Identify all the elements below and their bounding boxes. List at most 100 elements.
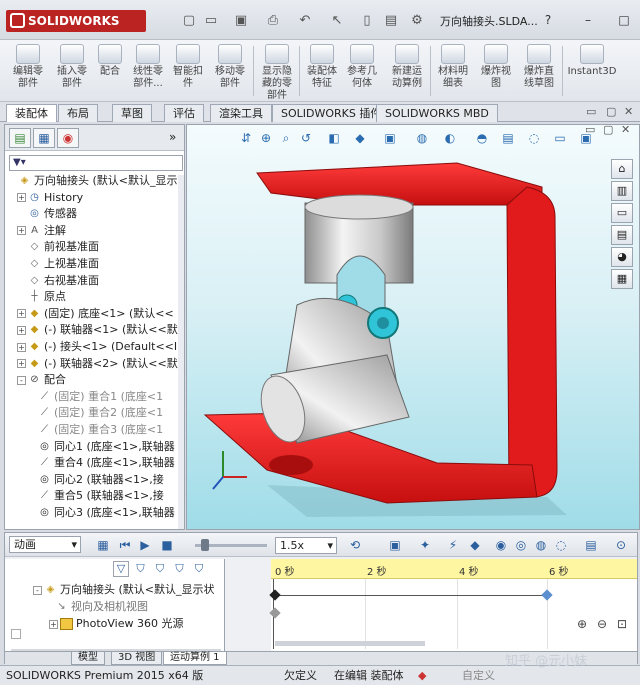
- tab-model[interactable]: 模型: [71, 652, 105, 665]
- view-palette-icon[interactable]: ▤: [611, 225, 633, 245]
- rebuild-icon[interactable]: ▯: [356, 12, 378, 30]
- slider-thumb[interactable]: [201, 539, 209, 551]
- start-key[interactable]: [269, 589, 281, 601]
- tab-3d-views[interactable]: 3D 视图: [111, 652, 163, 665]
- show-hidden-components-button[interactable]: 显示隐 藏的零 部件: [256, 42, 298, 101]
- filter-results-icon[interactable]: ⛉: [172, 562, 188, 576]
- new-document-icon[interactable]: ▢: [178, 12, 200, 30]
- configuration-manager-tab-icon[interactable]: ◉: [57, 128, 79, 148]
- collapse-icon[interactable]: -: [33, 585, 42, 595]
- zoom-in-icon[interactable]: ⊕: [577, 617, 587, 631]
- tree-item[interactable]: ◎ 同心1 (底座<1>,联轴器: [7, 439, 179, 456]
- design-library-icon[interactable]: ▥: [611, 181, 633, 201]
- linear-pattern-button[interactable]: 线性零 部件...: [126, 42, 170, 100]
- instant3d-button[interactable]: Instant3D: [566, 42, 618, 100]
- play-from-start-icon[interactable]: ⏮: [117, 537, 133, 553]
- tree-item[interactable]: - ⊘ 配合: [7, 372, 179, 389]
- expand-panel-icon[interactable]: »: [169, 130, 176, 144]
- expand-icon[interactable]: +: [17, 309, 26, 319]
- expand-icon[interactable]: +: [17, 193, 26, 203]
- tab-solidworks-addins[interactable]: SOLIDWORKS 插件: [272, 104, 391, 122]
- options-icon[interactable]: ⚙: [406, 12, 428, 30]
- help-button[interactable]: ?: [540, 12, 556, 28]
- tree-item[interactable]: ◎ 传感器: [7, 206, 179, 223]
- appearances-icon[interactable]: ◕: [611, 247, 633, 267]
- tree-item[interactable]: ┼ 原点: [7, 289, 179, 306]
- tree-item[interactable]: ⟋ 重合5 (联轴器<1>,接: [7, 488, 179, 505]
- timeline[interactable]: 0 秒 2 秒 4 秒 6 秒 ⊕ ⊖ ⊡: [269, 559, 637, 651]
- minimize-button[interactable]: –: [580, 12, 596, 28]
- smart-fasteners-button[interactable]: 智能扣 件: [170, 42, 206, 100]
- timeline-ruler[interactable]: 0 秒 2 秒 4 秒 6 秒: [271, 559, 637, 579]
- filter-driving-icon[interactable]: ⛉: [133, 562, 149, 576]
- file-properties-icon[interactable]: ▤: [380, 12, 402, 30]
- zoom-out-icon[interactable]: ⊖: [597, 617, 607, 631]
- move-component-button[interactable]: 移动零 部件: [208, 42, 252, 100]
- restore-button[interactable]: □: [616, 12, 632, 28]
- open-icon[interactable]: ▭: [200, 12, 222, 30]
- property-manager-tab-icon[interactable]: ▦: [33, 128, 55, 148]
- universal-joint-model[interactable]: [187, 125, 639, 529]
- tree-item[interactable]: ◈ 万向轴接头 (默认<默认_显示: [7, 173, 179, 190]
- tab-assembly[interactable]: 装配体: [6, 104, 57, 122]
- add-key-icon[interactable]: ◆: [467, 537, 483, 553]
- expand-icon[interactable]: +: [17, 226, 26, 236]
- expand-icon[interactable]: +: [17, 359, 26, 369]
- calculate-icon[interactable]: ▦: [95, 537, 111, 553]
- collapse-icon[interactable]: -: [17, 375, 26, 385]
- print-icon[interactable]: ⎙: [262, 12, 284, 30]
- gravity-icon[interactable]: ◌: [553, 537, 569, 553]
- file-explorer-icon[interactable]: ▭: [611, 203, 633, 223]
- tree-item[interactable]: ⟋ (固定) 重合1 (底座<1: [7, 389, 179, 406]
- camera-key[interactable]: [269, 607, 281, 619]
- tree-item[interactable]: ◇ 前视基准面: [7, 239, 179, 256]
- filter-selected-icon[interactable]: ⛉: [152, 562, 168, 576]
- motor-icon[interactable]: ◉: [493, 537, 509, 553]
- reference-geometry-button[interactable]: 参考几 何体: [342, 42, 382, 100]
- insert-component-button[interactable]: 插入零 部件: [52, 42, 92, 100]
- tree-item[interactable]: + ◷ History: [7, 190, 179, 207]
- rebuild-status-icon[interactable]: ◆: [418, 666, 426, 685]
- tab-sketch[interactable]: 草图: [112, 104, 152, 122]
- expand-icon[interactable]: +: [49, 619, 58, 629]
- tree-item[interactable]: + A 注解: [7, 223, 179, 240]
- timeline-scrollbar[interactable]: [275, 641, 425, 646]
- results-icon[interactable]: ▤: [583, 537, 599, 553]
- tree-item[interactable]: + ◆ (-) 联轴器<1> (默认<<默: [7, 322, 179, 339]
- save-icon[interactable]: ▣: [230, 12, 252, 30]
- filter-other-icon[interactable]: ⛉: [191, 562, 207, 576]
- tree-item[interactable]: ◎ 同心3 (底座<1>,联轴器: [7, 505, 179, 522]
- motion-checkbox[interactable]: [11, 629, 21, 639]
- motion-tree-item[interactable]: + PhotoView 360 光源: [49, 615, 183, 632]
- tree-item[interactable]: ◎ 同心2 (联轴器<1>,接: [7, 472, 179, 489]
- panel-close-icon[interactable]: ✕: [624, 105, 633, 118]
- zoom-fit-icon[interactable]: ⊡: [617, 617, 627, 631]
- collapse-motion-icon[interactable]: ⊙: [613, 537, 629, 553]
- save-animation-icon[interactable]: ▣: [387, 537, 403, 553]
- expand-icon[interactable]: +: [17, 342, 26, 352]
- autokey-icon[interactable]: ⚡: [445, 537, 461, 553]
- custom-properties-icon[interactable]: ▦: [611, 269, 633, 289]
- spring-icon[interactable]: ◎: [513, 537, 529, 553]
- contact-icon[interactable]: ◍: [533, 537, 549, 553]
- tree-item[interactable]: ⟋ 重合4 (底座<1>,联轴器: [7, 455, 179, 472]
- new-motion-study-button[interactable]: 新建运 动算例: [386, 42, 428, 100]
- tree-item[interactable]: ◇ 上视基准面: [7, 256, 179, 273]
- bill-of-materials-button[interactable]: 材料明 细表: [432, 42, 474, 100]
- panel-restore-icon[interactable]: ▭: [586, 105, 596, 118]
- study-type-select[interactable]: 动画 ▾: [9, 536, 81, 553]
- tree-item[interactable]: + ◆ (固定) 底座<1> (默认<<: [7, 306, 179, 323]
- select-icon[interactable]: ↖: [326, 12, 348, 30]
- solidworks-resources-icon[interactable]: ⌂: [611, 159, 633, 179]
- units-select[interactable]: 自定义: [462, 666, 495, 685]
- explode-line-sketch-button[interactable]: 爆炸直 线草图: [518, 42, 560, 100]
- feature-tree-tab-icon[interactable]: ▤: [9, 128, 31, 148]
- end-key[interactable]: [541, 589, 553, 601]
- solidworks-logo[interactable]: SOLIDWORKS: [6, 10, 146, 32]
- tree-item[interactable]: ⟋ (固定) 重合3 (底座<1: [7, 422, 179, 439]
- mate-button[interactable]: 配合: [94, 42, 126, 100]
- tree-item[interactable]: + ◆ (-) 接头<1> (Default<<I: [7, 339, 179, 356]
- assembly-features-button[interactable]: 装配体 特征: [302, 42, 342, 100]
- motion-tree-item[interactable]: ↘ 视向及相机视图: [55, 598, 148, 615]
- expand-icon[interactable]: +: [17, 325, 26, 335]
